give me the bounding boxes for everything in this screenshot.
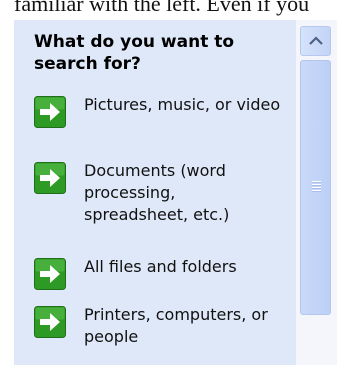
cutoff-text: familiar with the left. Even if you — [14, 0, 310, 16]
pane-title: What do you want to search for? — [34, 32, 235, 74]
option-label: Printers, computers, or people — [84, 305, 268, 346]
scroll-up-button[interactable] — [300, 26, 331, 56]
search-companion-pane: What do you want to search for? Pictures… — [14, 20, 296, 365]
option-printers-computers-people[interactable]: Printers, computers, or people — [34, 304, 289, 348]
chevron-up-icon — [309, 36, 323, 45]
green-arrow-icon — [34, 162, 66, 194]
option-all-files-and-folders[interactable]: All files and folders — [34, 256, 289, 290]
option-documents[interactable]: Documents (word processing, spreadsheet,… — [34, 160, 289, 226]
vertical-scrollbar[interactable] — [296, 20, 337, 365]
option-pictures-music-video[interactable]: Pictures, music, or video — [34, 94, 289, 128]
thumb-grip-icon — [312, 181, 321, 193]
option-label: All files and folders — [84, 257, 237, 276]
green-arrow-icon — [34, 306, 66, 338]
green-arrow-icon — [34, 258, 66, 290]
cutoff-text-strip: familiar with the left. Even if you — [0, 0, 351, 20]
option-label: Pictures, music, or video — [84, 95, 281, 114]
green-arrow-icon — [34, 96, 66, 128]
option-label: Documents (word processing, spreadsheet,… — [84, 161, 230, 224]
right-margin — [337, 20, 351, 365]
scrollbar-thumb[interactable] — [300, 60, 331, 315]
